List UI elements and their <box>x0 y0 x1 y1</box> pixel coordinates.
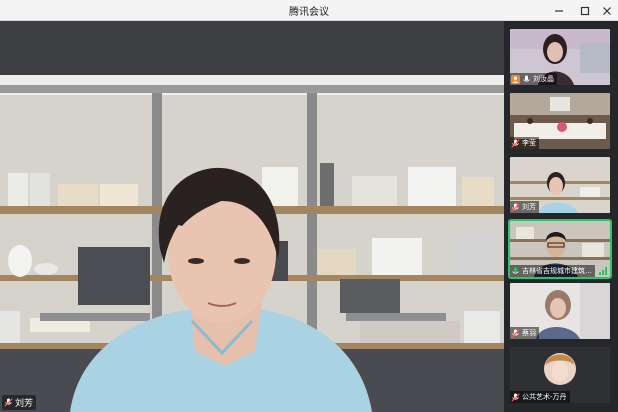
participant-tile[interactable]: 刘芳 <box>510 157 610 213</box>
participant-name: 李莹 <box>522 139 536 147</box>
main-video-feed <box>0 21 504 412</box>
audio-level-icon <box>599 267 607 275</box>
participant-label: 李莹 <box>510 137 539 149</box>
mic-muted-icon <box>511 392 520 402</box>
participant-name: 吉林省吉规城市建筑… <box>522 267 592 275</box>
mic-icon <box>522 75 531 84</box>
participant-name: 公共艺术-万丹 <box>522 393 567 401</box>
participant-label: 蔡羽 <box>510 327 539 339</box>
participant-tile[interactable]: 公共艺术-万丹 <box>510 347 610 403</box>
participant-label: 公共艺术-万丹 <box>510 391 570 403</box>
window-title: 腾讯会议 <box>289 7 329 18</box>
participant-tile[interactable]: 李莹 <box>510 93 610 149</box>
participant-tile[interactable]: 刘汝晶 <box>510 29 610 85</box>
mic-muted-icon <box>511 138 520 148</box>
participant-name: 蔡羽 <box>522 329 536 337</box>
participant-name: 刘汝晶 <box>533 75 554 83</box>
main-video[interactable]: 刘芳 <box>0 21 504 412</box>
close-icon[interactable] <box>596 0 618 21</box>
participant-label: 吉林省吉规城市建筑… <box>510 265 595 277</box>
maximize-icon[interactable] <box>574 0 596 21</box>
participant-label: 刘汝晶 <box>510 73 557 85</box>
minimize-icon[interactable] <box>548 0 570 21</box>
host-badge-icon <box>511 74 520 84</box>
mic-muted-icon <box>511 328 520 338</box>
mic-icon <box>511 267 520 276</box>
main-video-name-label: 刘芳 <box>2 395 37 410</box>
main-video-name: 刘芳 <box>15 399 34 409</box>
participant-tile[interactable]: 蔡羽 <box>510 283 610 339</box>
mic-muted-icon <box>4 398 13 407</box>
participant-name: 刘芳 <box>522 203 536 211</box>
participant-label: 刘芳 <box>510 201 539 213</box>
participant-tile-active-speaker[interactable]: 吉林省吉规城市建筑… <box>508 219 612 279</box>
mic-muted-icon <box>511 202 520 212</box>
title-bar: 腾讯会议 <box>0 0 618 21</box>
participant-list: 刘汝晶 李莹 刘芳 吉林省吉规城市建筑… 蔡羽 公共艺术-万丹 <box>504 21 618 412</box>
